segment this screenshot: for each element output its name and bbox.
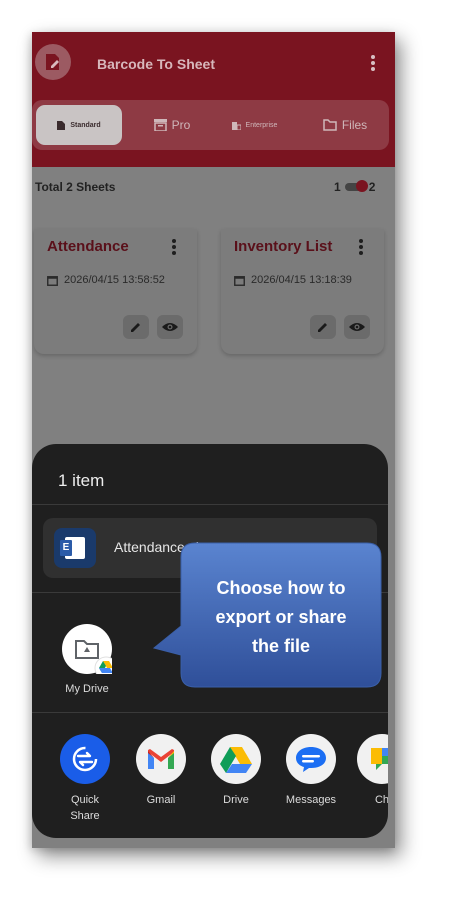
callout-bubble: Choose how to export or share the file (152, 542, 382, 688)
callout-line-3: the file (252, 636, 310, 656)
callout-line-1: Choose how to (217, 578, 346, 598)
callout-line-2: export or share (215, 607, 346, 627)
